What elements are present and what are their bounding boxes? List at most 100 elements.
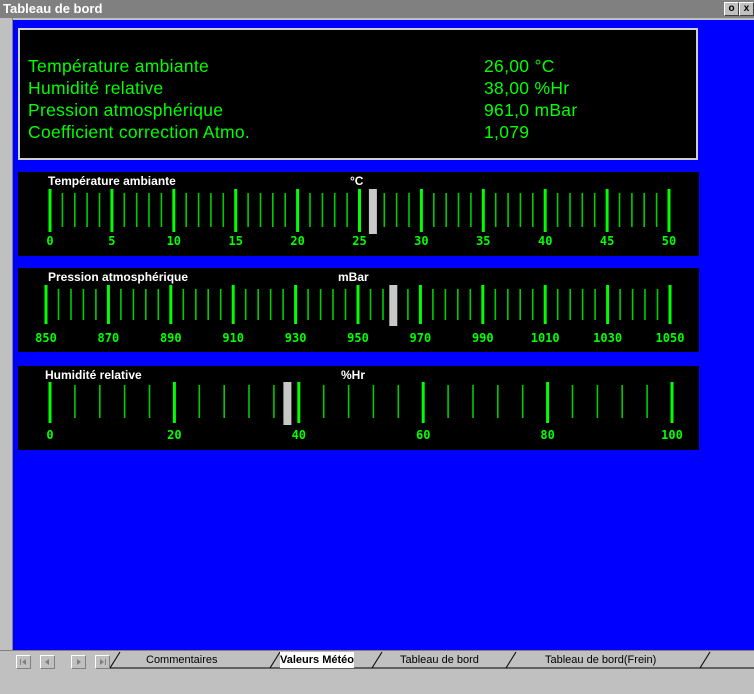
minor-tick <box>372 385 375 418</box>
minor-tick <box>259 193 262 227</box>
tab-tableau-de-bord-frein[interactable]: Tableau de bord(Frein) <box>545 652 656 668</box>
minor-tick <box>643 193 645 227</box>
value-cursor <box>389 285 398 326</box>
minor-tick <box>470 193 472 227</box>
minor-tick <box>182 289 185 320</box>
info-label-correction: Coefficient correction Atmo. <box>28 122 251 142</box>
first-sheet-icon[interactable] <box>16 655 31 669</box>
major-tick <box>169 285 173 324</box>
tick-label: 40 <box>538 234 552 248</box>
tick-label: 5 <box>108 234 115 248</box>
tick-label: 1050 <box>656 331 685 345</box>
minor-tick <box>61 193 64 227</box>
tick-label: 60 <box>416 428 430 442</box>
minor-tick <box>507 193 509 227</box>
humidity-gauge: Humidité relative %Hr 0 20 40 60 80 100 <box>18 366 699 450</box>
minor-tick <box>70 289 72 320</box>
major-tick <box>48 382 52 423</box>
tab-tableau-de-bord[interactable]: Tableau de bord <box>400 652 479 668</box>
minor-tick <box>222 193 225 227</box>
minor-tick <box>333 193 336 227</box>
tab-commentaires[interactable]: Commentaires <box>146 652 218 668</box>
major-tick <box>294 285 298 324</box>
minor-tick <box>593 193 596 227</box>
major-tick <box>546 382 550 423</box>
minor-tick <box>160 193 163 227</box>
minor-tick <box>247 193 249 227</box>
major-tick <box>172 189 176 232</box>
prev-sheet-icon[interactable] <box>40 655 55 669</box>
minor-tick <box>282 289 284 320</box>
minor-tick <box>655 193 658 227</box>
minor-tick <box>82 289 85 320</box>
major-tick <box>668 285 672 324</box>
tick-label: 0 <box>46 234 53 248</box>
minor-tick <box>532 193 534 227</box>
major-tick <box>419 189 423 232</box>
tick-label: 15 <box>228 234 242 248</box>
major-tick <box>296 189 300 232</box>
major-tick <box>358 189 361 232</box>
restore-button[interactable]: o <box>724 2 739 16</box>
minor-tick <box>148 385 151 418</box>
minor-tick <box>507 289 509 320</box>
tick-label: 35 <box>476 234 490 248</box>
minor-tick <box>556 193 559 227</box>
minor-tick <box>369 289 372 320</box>
minor-tick <box>644 289 646 320</box>
major-tick <box>543 189 547 232</box>
value-cursor <box>368 189 377 234</box>
minor-tick <box>556 289 559 320</box>
minor-tick <box>207 289 209 320</box>
major-tick <box>106 285 110 324</box>
minor-tick <box>145 289 147 320</box>
minor-tick <box>571 385 574 418</box>
major-tick <box>297 382 301 423</box>
minor-tick <box>321 193 324 227</box>
minor-tick <box>210 193 212 227</box>
tick-label: 850 <box>35 331 57 345</box>
major-tick <box>481 285 485 324</box>
minor-tick <box>494 193 497 227</box>
major-tick <box>481 189 485 232</box>
minor-tick <box>157 289 160 320</box>
major-tick <box>543 285 547 324</box>
minor-tick <box>397 385 400 418</box>
minor-tick <box>273 385 275 418</box>
title-bar: Tableau de bord o x <box>0 0 754 18</box>
minor-tick <box>581 289 584 320</box>
tick-label: 20 <box>290 234 304 248</box>
tick-label: 30 <box>414 234 428 248</box>
minor-tick <box>132 289 135 320</box>
major-tick <box>667 189 671 232</box>
minor-tick <box>99 385 101 418</box>
temperature-gauge: Température ambiante °C 0 5 10 15 20 25 30 35 40… <box>18 172 699 256</box>
minor-tick <box>322 385 325 418</box>
minor-tick <box>86 193 88 227</box>
minor-tick <box>198 385 201 418</box>
minor-tick <box>408 193 410 227</box>
next-sheet-icon[interactable] <box>71 655 86 669</box>
last-sheet-icon[interactable] <box>95 655 110 669</box>
tick-label: 870 <box>98 331 120 345</box>
minor-tick <box>74 193 76 227</box>
minor-tick <box>646 385 648 418</box>
minor-tick <box>433 193 435 227</box>
tab-valeurs-meteo[interactable]: Valeurs Météo <box>280 652 354 668</box>
weather-values-panel: Température ambiante 26,00 °C Humidité r… <box>18 28 698 160</box>
close-button[interactable]: x <box>739 2 754 16</box>
tick-label: 890 <box>160 331 182 345</box>
minor-tick <box>444 289 447 320</box>
minor-tick <box>346 193 348 227</box>
tick-label: 910 <box>222 331 244 345</box>
tick-label: 0 <box>46 428 53 442</box>
major-tick <box>605 189 609 232</box>
minor-tick <box>120 289 122 320</box>
minor-tick <box>631 193 633 227</box>
minor-tick <box>521 385 524 418</box>
info-value-temperature: 26,00 °C <box>484 56 555 76</box>
minor-tick <box>531 289 534 320</box>
major-tick <box>606 285 610 324</box>
minor-tick <box>407 289 409 320</box>
tick-label: 20 <box>167 428 181 442</box>
